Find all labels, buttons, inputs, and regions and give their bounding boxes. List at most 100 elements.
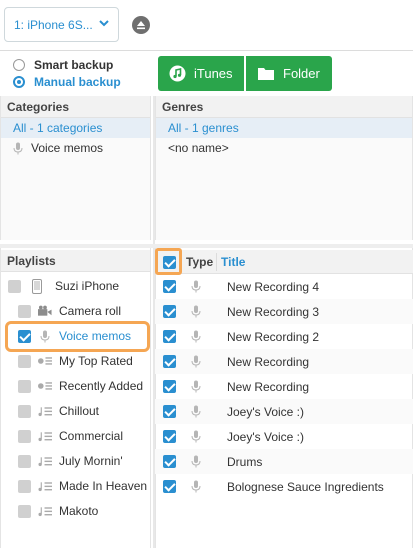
microphone-icon bbox=[190, 280, 202, 293]
playlist-label: Camera roll bbox=[59, 304, 122, 318]
manual-backup-label: Manual backup bbox=[34, 75, 121, 89]
track-title: Drums bbox=[227, 454, 263, 469]
microphone-icon bbox=[190, 380, 202, 393]
column-type[interactable]: Type bbox=[186, 255, 213, 269]
track-row[interactable]: New Recording 4 bbox=[155, 274, 413, 299]
manual-backup-radio[interactable] bbox=[13, 76, 25, 88]
playlist-item[interactable]: Suzi iPhone bbox=[8, 274, 119, 298]
playlist-checkbox[interactable] bbox=[18, 429, 31, 443]
microphone-icon bbox=[190, 355, 202, 368]
column-title[interactable]: Title bbox=[221, 255, 245, 269]
playlist-item[interactable]: Makoto bbox=[18, 499, 98, 523]
playlist-checkbox[interactable] bbox=[18, 479, 31, 493]
playlist-item[interactable]: Camera roll bbox=[18, 299, 121, 323]
track-row[interactable]: New Recording 3 bbox=[155, 299, 413, 324]
folder-icon bbox=[257, 66, 275, 81]
manual-backup-option[interactable]: Manual backup bbox=[13, 75, 121, 89]
playlist-label: Makoto bbox=[59, 504, 99, 518]
track-title: Joey's Voice :) bbox=[227, 404, 304, 419]
column-separator bbox=[216, 253, 217, 271]
genres-header: Genres bbox=[156, 96, 412, 118]
playlists-header: Playlists bbox=[1, 250, 150, 272]
playlist-icon bbox=[38, 404, 52, 418]
category-item-voice-memos[interactable]: Voice memos bbox=[1, 138, 150, 158]
playlist-checkbox[interactable] bbox=[18, 304, 31, 318]
music-note-icon bbox=[169, 65, 186, 82]
track-checkbox[interactable] bbox=[163, 430, 176, 443]
playlist-checkbox[interactable] bbox=[18, 379, 31, 393]
playlist-icon bbox=[38, 504, 52, 518]
tracks-header: Type Title bbox=[155, 250, 413, 274]
track-title: New Recording 2 bbox=[227, 329, 320, 344]
playlist-item[interactable]: Commercial bbox=[18, 424, 123, 448]
smart-playlist-icon bbox=[38, 379, 52, 393]
categories-header: Categories bbox=[1, 96, 150, 118]
track-row[interactable]: Drums bbox=[155, 449, 413, 474]
microphone-icon bbox=[190, 330, 202, 343]
microphone-icon bbox=[190, 305, 202, 318]
track-checkbox[interactable] bbox=[163, 280, 176, 293]
toolbar-divider bbox=[0, 50, 413, 51]
playlist-item[interactable]: Made In Heaven bbox=[18, 474, 147, 498]
smart-backup-option[interactable]: Smart backup bbox=[13, 58, 113, 72]
microphone-icon bbox=[13, 142, 23, 155]
category-item-label: Voice memos bbox=[31, 141, 104, 155]
playlist-icon bbox=[38, 479, 52, 493]
phone-icon bbox=[30, 278, 44, 294]
playlist-label: Made In Heaven bbox=[59, 479, 148, 493]
itunes-button-label: iTunes bbox=[194, 66, 233, 81]
eject-icon bbox=[137, 21, 145, 30]
genre-item-no-name[interactable]: <no name> bbox=[156, 138, 412, 158]
genre-item-all[interactable]: All - 1 genres bbox=[156, 118, 412, 138]
microphone-icon bbox=[190, 455, 202, 468]
itunes-button[interactable]: iTunes bbox=[158, 56, 244, 91]
microphone-icon bbox=[190, 405, 202, 418]
track-checkbox[interactable] bbox=[163, 480, 176, 493]
playlist-checkbox[interactable] bbox=[18, 354, 31, 368]
track-checkbox[interactable] bbox=[163, 305, 176, 318]
device-select-value: 1: iPhone 6S... bbox=[14, 17, 93, 32]
playlist-label: July Mornin' bbox=[59, 454, 123, 468]
playlist-item[interactable]: Recently Added bbox=[18, 374, 143, 398]
playlist-checkbox[interactable] bbox=[18, 454, 31, 468]
playlist-item[interactable]: My Top Rated bbox=[18, 349, 133, 373]
track-checkbox[interactable] bbox=[163, 330, 176, 343]
track-title: Bolognese Sauce Ingredients bbox=[227, 479, 384, 494]
voice-memos-highlight bbox=[5, 321, 150, 352]
track-row[interactable]: Joey's Voice :) bbox=[155, 424, 413, 449]
folder-button[interactable]: Folder bbox=[246, 56, 332, 91]
playlist-checkbox[interactable] bbox=[18, 404, 31, 418]
smart-backup-radio[interactable] bbox=[13, 59, 25, 71]
track-row[interactable]: New Recording 2 bbox=[155, 324, 413, 349]
genres-panel: Genres All - 1 genres <no name> bbox=[155, 96, 413, 240]
eject-button[interactable] bbox=[132, 16, 150, 34]
track-row[interactable]: Bolognese Sauce Ingredients bbox=[155, 474, 413, 499]
track-title: New Recording 4 bbox=[227, 279, 320, 294]
device-select[interactable]: 1: iPhone 6S... bbox=[4, 7, 119, 42]
select-all-highlight bbox=[155, 248, 182, 275]
track-row[interactable]: Joey's Voice :) bbox=[155, 399, 413, 424]
microphone-icon bbox=[190, 430, 202, 443]
track-title: New Recording bbox=[227, 379, 310, 394]
playlist-item[interactable]: Chillout bbox=[18, 399, 99, 423]
track-checkbox[interactable] bbox=[163, 455, 176, 468]
track-title: New Recording 3 bbox=[227, 304, 320, 319]
track-checkbox[interactable] bbox=[163, 355, 176, 368]
chevron-down-icon bbox=[99, 20, 109, 27]
category-item-all[interactable]: All - 1 categories bbox=[1, 118, 150, 138]
playlist-label: Chillout bbox=[59, 404, 100, 418]
playlist-label: Suzi iPhone bbox=[55, 279, 120, 293]
track-title: New Recording bbox=[227, 354, 310, 369]
playlist-icon bbox=[38, 454, 52, 468]
smart-playlist-icon bbox=[38, 354, 52, 368]
camera-icon bbox=[38, 304, 52, 318]
playlist-checkbox[interactable] bbox=[8, 279, 21, 293]
playlist-checkbox[interactable] bbox=[18, 504, 31, 518]
track-checkbox[interactable] bbox=[163, 380, 176, 393]
track-row[interactable]: New Recording bbox=[155, 349, 413, 374]
track-checkbox[interactable] bbox=[163, 405, 176, 418]
track-row[interactable]: New Recording bbox=[155, 374, 413, 399]
playlist-item[interactable]: July Mornin' bbox=[18, 449, 123, 473]
folder-button-label: Folder bbox=[283, 66, 320, 81]
playlist-label: Recently Added bbox=[59, 379, 144, 393]
